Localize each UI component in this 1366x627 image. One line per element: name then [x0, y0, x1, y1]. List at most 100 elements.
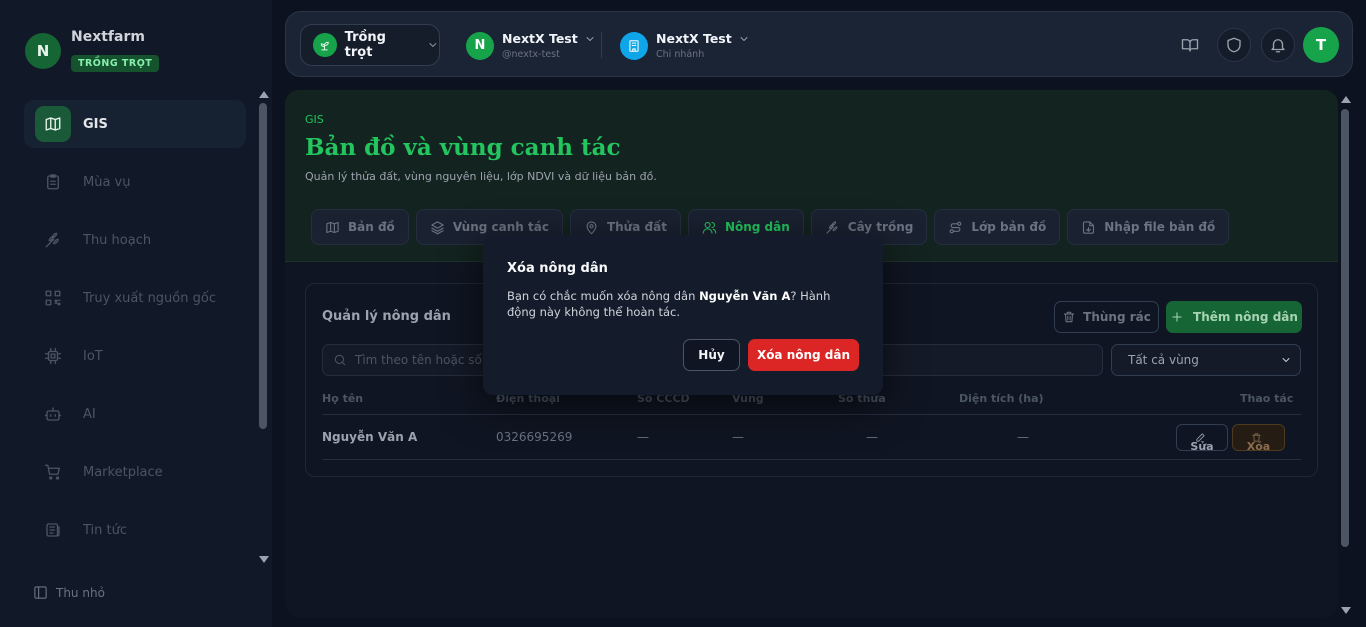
column-header[interactable]: Diện tích (ha)	[959, 392, 1044, 405]
security-button[interactable]	[1217, 28, 1251, 62]
main-scrollbar[interactable]	[1341, 109, 1349, 547]
organization-switcher[interactable]: N NextX Test @nextx-test	[466, 31, 596, 60]
crop-type-selector[interactable]: Trồng trọt	[300, 24, 440, 66]
sidebar-item-marketplace[interactable]: Marketplace	[24, 448, 246, 496]
docs-button[interactable]	[1173, 28, 1207, 62]
brand-logo[interactable]: N	[25, 33, 61, 69]
org-name: NextX Test	[502, 31, 596, 46]
delete-farmer-button[interactable]: Xóa	[1232, 424, 1285, 453]
tab-label: Lớp bản đồ	[971, 220, 1047, 234]
sidebar-item-label: Mùa vụ	[83, 174, 131, 190]
sidebar-item-label: AI	[83, 406, 96, 422]
notifications-button[interactable]	[1261, 28, 1295, 62]
sidebar-item-mua-vu[interactable]: Mùa vụ	[24, 158, 246, 206]
cancel-button[interactable]: Hủy	[683, 339, 740, 371]
branch-name: NextX Test	[656, 31, 750, 46]
farmer-plots: —	[866, 430, 878, 444]
tab-lop-ban-do[interactable]: Lớp bản đồ	[934, 209, 1061, 245]
farmer-name: Nguyễn Văn A	[322, 430, 418, 444]
chevron-down-icon	[1282, 358, 1290, 362]
route-icon	[949, 221, 962, 233]
chip-icon	[35, 338, 71, 374]
farmer-area: —	[1017, 430, 1029, 444]
user-avatar[interactable]: T	[1303, 27, 1339, 63]
table-row[interactable]: Nguyễn Văn A 0326695269 — — — — Sửa Xóa	[322, 415, 1301, 460]
top-bar: Trồng trọt N NextX Test @nextx-test Next…	[285, 11, 1353, 77]
sidebar-collapse-icon	[34, 586, 47, 599]
trash-label: Thùng rác	[1083, 310, 1151, 324]
search-icon	[334, 354, 346, 366]
column-header[interactable]: Họ tên	[322, 392, 363, 405]
newspaper-icon	[35, 512, 71, 548]
crop-type-label: Trồng trọt	[344, 30, 386, 60]
trash-button[interactable]: Thùng rác	[1054, 301, 1159, 333]
sidebar-scroll-down[interactable]	[259, 556, 269, 563]
sidebar-item-thu-hoach[interactable]: Thu hoạch	[24, 216, 246, 264]
sidebar-item-label: Tin tức	[83, 522, 128, 538]
page-description: Quản lý thửa đất, vùng nguyên liệu, lớp …	[305, 170, 657, 183]
topbar-divider	[601, 32, 602, 58]
trash-icon	[1063, 311, 1075, 323]
sidebar-item-gis[interactable]: GIS	[24, 100, 246, 148]
dialog-farmer-name: Nguyễn Văn A	[699, 289, 791, 303]
sidebar-item-label: Truy xuất nguồn gốc	[83, 290, 216, 306]
map-pin-icon	[586, 220, 597, 234]
branch-label: Chi nhánh	[656, 49, 705, 60]
chevron-down-icon	[740, 36, 748, 41]
add-farmer-label: Thêm nông dân	[1193, 310, 1298, 324]
sidebar-item-label: Thu hoạch	[83, 232, 152, 248]
chevron-down-icon	[586, 36, 594, 41]
main-scroll-down[interactable]	[1341, 607, 1351, 614]
farmer-region: —	[732, 430, 744, 444]
sidebar: N Nextfarm TRỒNG TRỌT GIS Mùa vụ Thu hoạ…	[0, 0, 272, 627]
sidebar-item-tin-tuc[interactable]: Tin tức	[24, 506, 246, 554]
users-icon	[702, 221, 717, 234]
tab-ban-do[interactable]: Bản đồ	[311, 209, 409, 245]
farmer-phone: 0326695269	[496, 430, 573, 444]
column-header: Thao tác	[1240, 392, 1294, 405]
tab-nhap-file[interactable]: Nhập file bản đồ	[1067, 209, 1230, 245]
bot-icon	[35, 396, 71, 432]
bell-icon	[1271, 39, 1285, 53]
add-farmer-button[interactable]: Thêm nông dân	[1166, 301, 1302, 333]
sprout-icon	[313, 33, 337, 57]
book-open-icon	[1181, 39, 1199, 52]
sprout-icon	[826, 220, 838, 234]
plus-icon	[1172, 312, 1182, 322]
sidebar-item-truy-xuat[interactable]: Truy xuất nguồn gốc	[24, 274, 246, 322]
file-import-icon	[1083, 220, 1095, 234]
page-title: Bản đồ và vùng canh tác	[305, 134, 621, 161]
layers-icon	[431, 220, 444, 234]
edit-farmer-button[interactable]: Sửa	[1176, 424, 1228, 453]
edit-label: Sửa	[1190, 440, 1214, 453]
sidebar-item-ai[interactable]: AI	[24, 390, 246, 438]
sidebar-scroll-up[interactable]	[259, 91, 269, 98]
map-icon	[35, 106, 71, 142]
building-icon	[620, 31, 648, 60]
branch-switcher[interactable]: NextX Test Chi nhánh	[620, 31, 750, 60]
dialog-message: Bạn có chắc muốn xóa nông dân Nguyễn Văn…	[507, 288, 862, 320]
clipboard-icon	[35, 164, 71, 200]
tab-label: Vùng canh tác	[452, 220, 549, 234]
delete-farmer-dialog: Xóa nông dân Bạn có chắc muốn xóa nông d…	[483, 235, 883, 395]
region-filter-select[interactable]: Tất cả vùng	[1111, 344, 1301, 376]
collapse-sidebar-button[interactable]: Thu nhỏ	[33, 585, 105, 600]
dialog-message-prefix: Bạn có chắc muốn xóa nông dân	[507, 289, 700, 303]
shield-icon	[1227, 37, 1241, 53]
brand-name: Nextfarm	[71, 29, 145, 45]
confirm-delete-button[interactable]: Xóa nông dân	[748, 339, 859, 371]
sidebar-item-label: GIS	[83, 116, 108, 132]
sidebar-scrollbar[interactable]	[259, 103, 267, 429]
breadcrumb: GIS	[305, 113, 324, 126]
sidebar-item-label: Marketplace	[83, 464, 163, 480]
sidebar-item-label: IoT	[83, 348, 103, 364]
tab-label: Thửa đất	[606, 220, 667, 234]
org-avatar: N	[466, 31, 494, 60]
delete-label: Xóa	[1246, 440, 1271, 453]
tab-label: Cây trồng	[847, 220, 914, 234]
main-scroll-up[interactable]	[1341, 96, 1351, 103]
sidebar-item-iot[interactable]: IoT	[24, 332, 246, 380]
map-icon	[326, 221, 339, 233]
dialog-title: Xóa nông dân	[507, 261, 608, 276]
chevron-down-icon	[429, 43, 437, 47]
